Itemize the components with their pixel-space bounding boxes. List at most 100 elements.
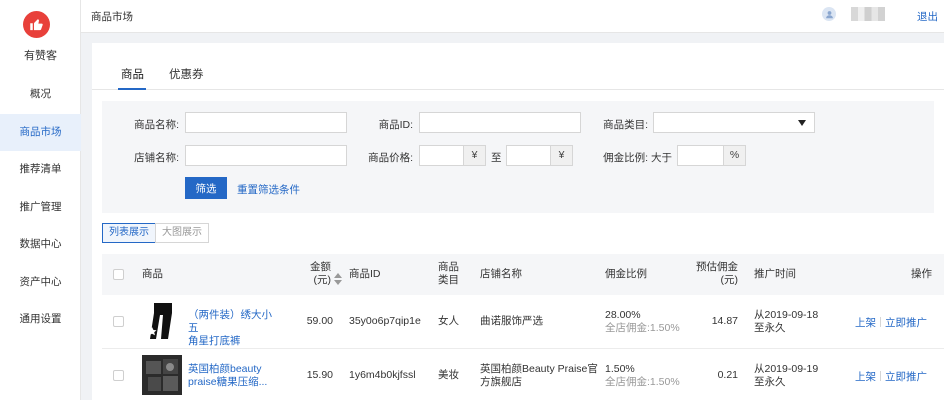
header-estimated-line2: (元) bbox=[720, 274, 739, 286]
main-content: 商品 优惠券 商品名称: 商品ID: 商品类目: 店铺名称: 商品价格: ¥ 至… bbox=[92, 43, 944, 400]
table-row: （两件装）绣大小五 角星打底裤 59.00 35y0o6p7qip1e 女人 曲… bbox=[102, 295, 944, 349]
sidebar-item-data[interactable]: 数据中心 bbox=[0, 226, 81, 264]
commission-rate: 1.50% 全店佣金:1.50% bbox=[605, 363, 680, 389]
user-name-blurred bbox=[851, 7, 885, 21]
product-name-line1: 英国柏颜beauty bbox=[188, 363, 262, 375]
header-shop: 店铺名称 bbox=[480, 268, 522, 280]
price-min-yuan: ¥ bbox=[464, 145, 486, 166]
header-estimated: 预估佣金 (元) bbox=[688, 261, 738, 287]
estimated-commission: 14.87 bbox=[711, 315, 738, 327]
shop-name-input[interactable] bbox=[185, 145, 347, 166]
promotion-time-start: 从2019-09-18 bbox=[754, 309, 819, 321]
shop-name-label: 店铺名称: bbox=[134, 152, 179, 164]
header-category-line2: 类目 bbox=[438, 274, 459, 286]
product-name-input[interactable] bbox=[185, 112, 347, 133]
sidebar-item-promotion[interactable]: 推广管理 bbox=[0, 189, 81, 227]
tab-products[interactable]: 商品 bbox=[121, 66, 144, 82]
shelve-link[interactable]: 上架 bbox=[855, 315, 876, 330]
caret-down-icon bbox=[798, 120, 806, 126]
price-max-input[interactable] bbox=[506, 145, 551, 166]
promote-link[interactable]: 立即推广 bbox=[885, 369, 927, 384]
logout-link[interactable]: 退出 bbox=[917, 9, 938, 24]
category-select[interactable] bbox=[653, 112, 815, 133]
table-header: 商品 金额 (元) 商品ID 商品 类目 店铺名称 佣金比例 预估佣金 (元) … bbox=[102, 254, 944, 295]
product-id: 1y6m4b0kjfssl bbox=[349, 369, 416, 381]
brand-name: 有赞客 bbox=[24, 50, 57, 62]
commission-rate-value: 28.00% bbox=[605, 309, 641, 321]
sidebar-item-assets[interactable]: 资产中心 bbox=[0, 264, 81, 302]
category-label: 商品类目: bbox=[603, 119, 648, 131]
top-bar: 商品市场 退出 bbox=[81, 0, 944, 33]
product-amount: 59.00 bbox=[306, 315, 333, 327]
commission-percent: % bbox=[724, 145, 746, 166]
product-category: 女人 bbox=[438, 315, 459, 327]
reset-filter-link[interactable]: 重置筛选条件 bbox=[237, 182, 300, 197]
sidebar-item-settings[interactable]: 通用设置 bbox=[0, 301, 81, 339]
shop-name-line1: 曲诺服饰严选 bbox=[480, 315, 543, 327]
product-name-line1: （两件装）绣大小五 bbox=[188, 309, 272, 334]
commission-input[interactable] bbox=[677, 145, 724, 166]
commission-rate: 28.00% 全店佣金:1.50% bbox=[605, 309, 680, 335]
promotion-time-start: 从2019-09-19 bbox=[754, 363, 819, 375]
price-label: 商品价格: bbox=[368, 152, 413, 164]
shop-name-line2: 方旗舰店 bbox=[480, 376, 522, 388]
shop-commission: 全店佣金:1.50% bbox=[605, 322, 680, 334]
promote-link[interactable]: 立即推广 bbox=[885, 315, 927, 330]
user-icon[interactable] bbox=[822, 7, 836, 21]
select-all-checkbox[interactable] bbox=[113, 269, 124, 280]
commission-label: 佣金比例: bbox=[603, 152, 648, 164]
shop-name: 英国柏颜Beauty Praise官 方旗舰店 bbox=[480, 363, 598, 389]
tab-bar: 商品 优惠券 bbox=[92, 43, 944, 90]
product-name-line2: 角星打底裤 bbox=[188, 335, 241, 347]
sidebar-item-recommend[interactable]: 推荐清单 bbox=[0, 151, 81, 189]
product-name-line2: praise糖果压缩... bbox=[188, 376, 268, 388]
table-row: 英国柏颜beauty praise糖果压缩... 15.90 1y6m4b0kj… bbox=[102, 349, 944, 400]
product-category: 美妆 bbox=[438, 369, 459, 381]
product-thumbnail bbox=[142, 301, 182, 341]
sort-icon[interactable] bbox=[334, 273, 342, 285]
header-ops: 操作 bbox=[911, 268, 932, 280]
sidebar-item-overview[interactable]: 概况 bbox=[0, 76, 81, 114]
filter-button[interactable]: 筛选 bbox=[185, 177, 227, 199]
product-id-label: 商品ID: bbox=[378, 119, 413, 131]
promotion-time: 从2019-09-19 至永久 bbox=[754, 363, 818, 389]
row-checkbox[interactable] bbox=[113, 316, 124, 327]
row-checkbox[interactable] bbox=[113, 370, 124, 381]
sidebar-nav: 概况 商品市场 推荐清单 推广管理 数据中心 资产中心 通用设置 bbox=[0, 76, 81, 339]
header-product-id: 商品ID bbox=[349, 268, 381, 280]
header-category: 商品 类目 bbox=[438, 261, 459, 287]
header-product: 商品 bbox=[142, 268, 163, 280]
sidebar: 有赞客 概况 商品市场 推荐清单 推广管理 数据中心 资产中心 通用设置 bbox=[0, 0, 81, 400]
list-view-button[interactable]: 列表展示 bbox=[102, 223, 156, 243]
commission-rate-value: 1.50% bbox=[605, 363, 635, 375]
shop-commission: 全店佣金:1.50% bbox=[605, 376, 680, 388]
sidebar-item-market[interactable]: 商品市场 bbox=[0, 113, 81, 151]
header-estimated-line1: 预估佣金 bbox=[696, 261, 738, 273]
header-amount-line1: 金额 bbox=[310, 261, 331, 273]
grid-view-button[interactable]: 大图展示 bbox=[155, 223, 209, 243]
price-max-yuan: ¥ bbox=[551, 145, 573, 166]
product-thumbnail bbox=[142, 355, 182, 395]
commission-greater-label: 大于 bbox=[651, 152, 672, 164]
price-to-label: 至 bbox=[491, 152, 502, 164]
tab-coupons[interactable]: 优惠券 bbox=[169, 66, 204, 82]
thumbs-up-icon bbox=[23, 11, 50, 38]
header-amount-line2: (元) bbox=[313, 274, 332, 286]
shop-name: 曲诺服饰严选 bbox=[480, 315, 543, 328]
product-amount: 15.90 bbox=[306, 369, 333, 381]
header-time: 推广时间 bbox=[754, 268, 796, 280]
promotion-time-end: 至永久 bbox=[754, 376, 786, 388]
promotion-time-end: 至永久 bbox=[754, 322, 786, 334]
header-amount[interactable]: 金额 (元) bbox=[299, 261, 331, 287]
active-tab-indicator bbox=[118, 88, 146, 90]
price-min-input[interactable] bbox=[419, 145, 464, 166]
page-title: 商品市场 bbox=[91, 11, 133, 23]
ops-divider bbox=[880, 371, 881, 381]
header-commission: 佣金比例 bbox=[605, 268, 647, 280]
shop-name-line1: 英国柏颜Beauty Praise官 bbox=[480, 363, 598, 375]
product-name-link[interactable]: （两件装）绣大小五 角星打底裤 bbox=[188, 309, 278, 348]
product-name-link[interactable]: 英国柏颜beauty praise糖果压缩... bbox=[188, 363, 278, 389]
shelve-link[interactable]: 上架 bbox=[855, 369, 876, 384]
promotion-time: 从2019-09-18 至永久 bbox=[754, 309, 818, 335]
product-id-input[interactable] bbox=[419, 112, 581, 133]
